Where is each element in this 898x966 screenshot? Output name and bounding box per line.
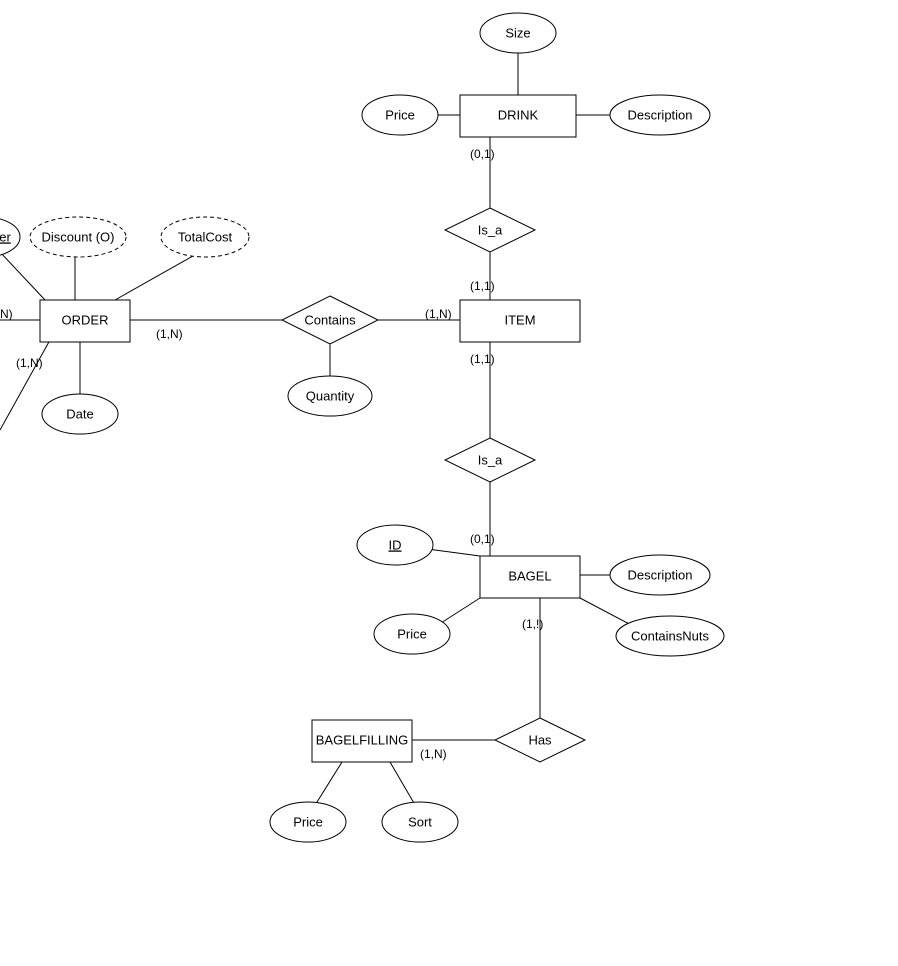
er-diagram: DRINK ITEM ORDER BAGEL BAGELFILLING Is_a… [0,0,898,966]
rel-isa-top: Is_a [445,208,535,252]
card-order-contains: (1,N) [156,327,183,341]
entity-order: ORDER [40,300,130,342]
rel-isa-bot: Is_a [445,438,535,482]
attr-bf-sort: Sort [382,802,458,842]
attr-bagel-id-label: ID [389,537,402,552]
rel-isa-top-label: Is_a [478,222,503,237]
card-bagel-isa: (0,1) [470,532,495,546]
attr-order-discount: Discount (O) [30,217,126,257]
attr-bf-price-label: Price [293,814,323,829]
attr-bf-sort-label: Sort [408,814,432,829]
attr-drink-desc: Description [610,95,710,135]
entity-order-label: ORDER [62,312,109,327]
attr-bagel-nuts-label: ContainsNuts [631,628,710,643]
card-item-contains: (1,N) [425,307,452,321]
card-order-left: N) [0,307,13,321]
attr-drink-price: Price [362,95,438,135]
entity-bagel: BAGEL [480,556,580,598]
attr-order-totalcost-label: TotalCost [178,229,233,244]
attr-order-totalcost: TotalCost [161,217,249,257]
rel-isa-bot-label: Is_a [478,452,503,467]
attr-order-date-label: Date [66,406,93,421]
rel-has: Has [495,718,585,762]
card-order-down: (1,N) [16,356,43,370]
attr-bf-price: Price [270,802,346,842]
attr-drink-desc-label: Description [627,107,692,122]
card-bf-has: (1,N) [420,747,447,761]
entity-drink: DRINK [460,95,576,137]
entity-bagel-label: BAGEL [508,568,551,583]
attr-bagel-nuts: ContainsNuts [616,616,724,656]
entity-drink-label: DRINK [498,107,539,122]
attr-drink-size-label: Size [505,25,530,40]
edge-order-totalcost [115,252,200,300]
attr-contains-qty: Quantity [288,376,372,416]
rel-contains: Contains [282,296,378,344]
attr-order-discount-label: Discount (O) [42,229,115,244]
attr-bagel-id: ID [357,525,433,565]
attr-drink-size: Size [480,13,556,53]
attr-bagel-desc: Description [610,555,710,595]
rel-has-label: Has [528,732,552,747]
attr-order-date: Date [42,394,118,434]
card-drink-isa: (0,1) [470,147,495,161]
card-bagel-has: (1,!) [522,617,543,631]
entity-bagelfilling: BAGELFILLING [312,720,412,762]
attr-bagel-desc-label: Description [627,567,692,582]
attr-drink-price-label: Price [385,107,415,122]
entity-item-label: ITEM [504,312,535,327]
rel-contains-label: Contains [304,312,356,327]
attr-contains-qty-label: Quantity [306,388,355,403]
entity-bf-label: BAGELFILLING [316,732,408,747]
card-item-isa-bot: (1,1) [470,352,495,366]
attr-order-partial: er [0,217,20,257]
edge-order-partial [0,252,45,300]
attr-bagel-price-label: Price [397,626,427,641]
attr-order-partial-label: er [0,229,11,244]
card-item-isa-top: (1,1) [470,279,495,293]
attr-bagel-price: Price [374,614,450,654]
entity-item: ITEM [460,300,580,342]
